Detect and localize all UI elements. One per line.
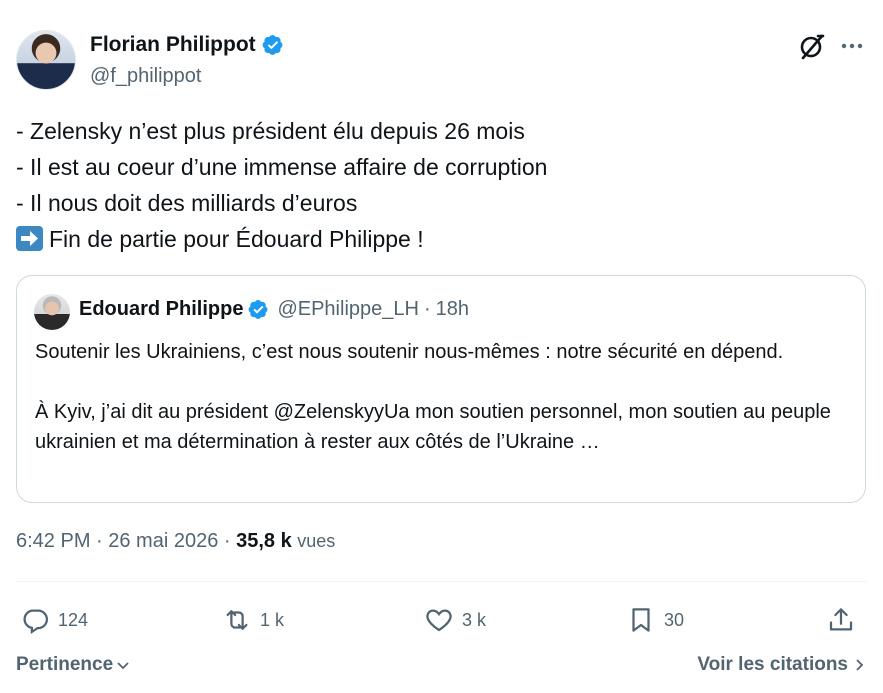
citations-label: Voir les citations [697, 654, 848, 675]
quoted-author-handle[interactable]: @EPhilippe_LH [277, 298, 419, 321]
tweet-line: - Il nous doit des milliards d’euros [16, 190, 358, 216]
action-bar: 124 1 k 3 k 30 [16, 602, 866, 638]
right-arrow-emoji-icon [16, 226, 43, 251]
heart-icon [426, 609, 452, 632]
chevron-down-icon [117, 662, 129, 670]
verified-badge-icon [249, 300, 268, 319]
author-handle[interactable]: @f_philippot [90, 65, 201, 88]
tweet-line-text: Fin de partie pour Édouard Philippe ! [49, 226, 424, 252]
like-count: 3 k [462, 609, 487, 630]
sort-label: Pertinence [16, 654, 114, 675]
bookmark-icon [632, 608, 650, 632]
quoted-paragraph: À Kyiv, j’ai dit au président @Zelenskyy… [35, 401, 831, 453]
tweet-text: - Zelensky n’est plus président élu depu… [16, 113, 866, 257]
quoted-author-name[interactable]: Edouard Philippe [79, 298, 243, 321]
quoted-tweet-header: Edouard Philippe @EPhilippe_LH · 18h [79, 298, 469, 321]
divider [16, 581, 866, 582]
views-count: 35,8 k [236, 530, 292, 552]
bookmark-count: 30 [664, 609, 685, 630]
author-name-row: Florian Philippot [90, 33, 284, 57]
reply-button[interactable]: 124 [20, 602, 88, 638]
more-options-icon[interactable] [838, 34, 866, 58]
tweet-timestamp[interactable]: 6:42 PM · 26 mai 2026 · [16, 530, 236, 552]
share-button[interactable] [826, 602, 856, 638]
quoted-tweet-time[interactable]: 18h [436, 298, 469, 321]
quoted-paragraph: Soutenir les Ukrainiens, c’est nous sout… [35, 341, 784, 363]
quoted-tweet-text: Soutenir les Ukrainiens, c’est nous sout… [35, 337, 855, 457]
repost-button[interactable]: 1 k [222, 602, 284, 638]
tweet-line-last: Fin de partie pour Édouard Philippe ! [16, 221, 866, 257]
share-icon [829, 608, 853, 631]
quoted-author-avatar[interactable] [34, 294, 70, 330]
like-button[interactable]: 3 k [424, 602, 486, 638]
tweet-meta: 6:42 PM · 26 mai 2026 · 35,8 k vues [16, 530, 335, 553]
bookmark-button[interactable]: 30 [626, 602, 684, 638]
reply-icon [23, 609, 48, 634]
grok-icon[interactable] [798, 32, 826, 60]
reply-count: 124 [58, 609, 89, 630]
repost-icon [226, 610, 248, 630]
separator-dot: · [423, 298, 431, 320]
sort-dropdown[interactable]: Pertinence [16, 654, 131, 676]
author-name[interactable]: Florian Philippot [90, 33, 256, 57]
verified-badge-icon [262, 35, 283, 55]
quoted-tweet[interactable]: Edouard Philippe @EPhilippe_LH · 18h Sou… [16, 275, 866, 503]
author-avatar[interactable] [16, 30, 76, 90]
repost-count: 1 k [260, 609, 285, 630]
view-citations-link[interactable]: Voir les citations [697, 654, 866, 676]
chevron-right-icon [856, 659, 864, 671]
tweet-line: - Zelensky n’est plus président élu depu… [16, 118, 525, 144]
views-label: vues [297, 531, 336, 551]
tweet-line: - Il est au coeur d’une immense affaire … [16, 154, 548, 180]
